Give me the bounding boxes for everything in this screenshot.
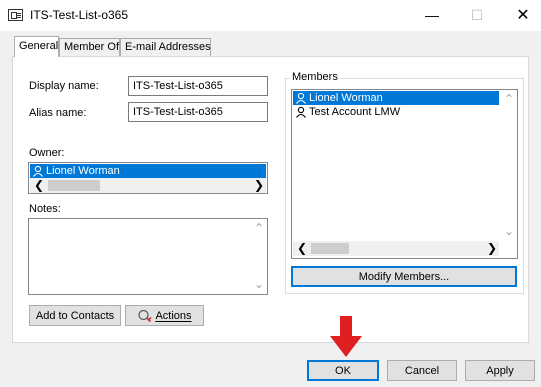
modify-members-button[interactable]: Modify Members... <box>291 266 517 287</box>
minimize-button[interactable]: — <box>409 0 455 30</box>
ok-button[interactable]: OK <box>307 360 379 381</box>
members-group-title: Members <box>290 71 340 83</box>
tab-general[interactable]: General <box>14 36 59 57</box>
member-item-label: Lionel Worman <box>309 91 383 104</box>
list-item[interactable]: Lionel Worman <box>293 91 499 105</box>
alias-name-field[interactable]: ITS-Test-List-o365 <box>128 102 268 122</box>
person-icon <box>296 92 306 104</box>
person-icon <box>33 165 43 177</box>
scroll-down-icon[interactable]: ⌄ <box>254 277 264 291</box>
alias-name-label: Alias name: <box>29 107 87 119</box>
members-horizontal-scrollbar[interactable]: ❮ ❯ <box>293 241 499 256</box>
red-arrow-icon <box>330 316 362 357</box>
scroll-down-icon[interactable]: ⌄ <box>504 224 514 238</box>
scroll-right-icon[interactable]: ❯ <box>487 241 497 255</box>
owner-item-label: Lionel Worman <box>46 164 120 177</box>
display-name-field[interactable]: ITS-Test-List-o365 <box>128 76 268 96</box>
tab-email-addresses[interactable]: E-mail Addresses <box>120 38 211 57</box>
person-icon <box>296 106 306 118</box>
add-to-contacts-button[interactable]: Add to Contacts <box>29 305 121 326</box>
owner-horizontal-scrollbar[interactable]: ❮ ❯ <box>30 178 266 193</box>
scroll-up-icon[interactable]: ⌃ <box>504 92 514 106</box>
notes-textarea[interactable]: ⌃ ⌄ <box>28 218 268 295</box>
members-listbox[interactable]: Lionel Worman Test Account LMW ⌃ ⌄ ❮ ❯ <box>291 89 518 259</box>
scroll-up-icon[interactable]: ⌃ <box>254 221 264 235</box>
display-name-label: Display name: <box>29 80 99 92</box>
apply-button[interactable]: Apply <box>465 360 535 381</box>
members-vertical-scrollbar[interactable]: ⌃ ⌄ <box>500 90 517 241</box>
member-item-label: Test Account LMW <box>309 105 401 118</box>
scroll-right-icon[interactable]: ❯ <box>254 178 264 192</box>
window-title: ITS-Test-List-o365 <box>30 8 129 22</box>
actions-icon <box>138 309 153 322</box>
maximize-button[interactable]: ☐ <box>454 0 500 30</box>
actions-label: Actions <box>155 309 192 322</box>
scroll-thumb[interactable] <box>48 180 100 191</box>
scroll-left-icon[interactable]: ❮ <box>297 241 307 255</box>
actions-button[interactable]: Actions <box>125 305 204 326</box>
close-button[interactable]: ✕ <box>500 0 541 30</box>
cancel-button[interactable]: Cancel <box>387 360 457 381</box>
scroll-left-icon[interactable]: ❮ <box>34 178 44 192</box>
owner-label: Owner: <box>29 147 65 159</box>
notes-label: Notes: <box>29 203 61 215</box>
scroll-thumb[interactable] <box>311 243 349 254</box>
owner-listbox[interactable]: Lionel Worman ❮ ❯ <box>28 162 268 194</box>
notes-vertical-scrollbar[interactable]: ⌃ ⌄ <box>250 219 267 294</box>
list-item[interactable]: Test Account LMW <box>293 105 499 119</box>
address-card-icon <box>8 9 23 21</box>
list-item[interactable]: Lionel Worman <box>30 164 266 178</box>
tab-member-of[interactable]: Member Of <box>59 38 120 57</box>
